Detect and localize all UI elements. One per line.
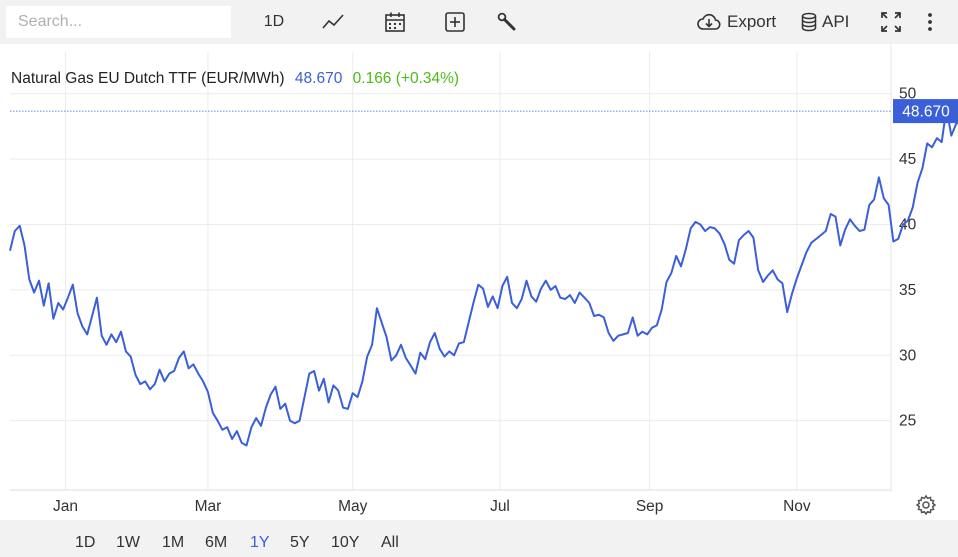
x-tick-label: Sep: [636, 498, 664, 515]
api-button[interactable]: API: [801, 7, 849, 37]
line-chart-icon: [322, 14, 344, 29]
export-label: Export: [727, 12, 777, 31]
chart-header: Natural Gas EU Dutch TTF (EUR/MWh) 48.67…: [11, 70, 459, 87]
range-button-all[interactable]: All: [381, 534, 399, 552]
y-tick-label: 35: [899, 282, 916, 299]
chart-title: Natural Gas EU Dutch TTF (EUR/MWh): [11, 70, 285, 87]
x-tick-label: May: [338, 498, 368, 515]
fullscreen-icon: [881, 12, 901, 32]
range-button-6m[interactable]: 6M: [205, 534, 227, 552]
wrench-icon: [497, 12, 516, 31]
api-label: API: [822, 12, 850, 31]
range-button-1y[interactable]: 1Y: [250, 534, 270, 552]
add-indicator-button[interactable]: [443, 7, 467, 37]
range-button-1d[interactable]: 1D: [75, 534, 95, 552]
last-price-tag-label: 48.670: [902, 104, 950, 121]
y-tick-label: 25: [899, 413, 916, 430]
database-icon: [801, 12, 817, 32]
fullscreen-button[interactable]: [879, 7, 903, 37]
range-bar: 1D 1W 1M 6M 1Y 5Y 10Y All: [0, 520, 958, 557]
y-axis-labels: 253035404550: [899, 86, 917, 430]
more-options-button[interactable]: [922, 7, 938, 37]
y-tick-label: 45: [899, 151, 916, 168]
export-button[interactable]: Export: [697, 7, 776, 37]
price-chart[interactable]: Natural Gas EU Dutch TTF (EUR/MWh) 48.67…: [0, 44, 958, 520]
calendar-icon: [385, 12, 405, 32]
x-tick-label: Jul: [490, 498, 510, 515]
x-tick-label: Mar: [195, 498, 222, 515]
x-axis-labels: Jan Mar May Jul Sep Nov: [53, 498, 811, 515]
chart-type-button[interactable]: [320, 7, 346, 37]
range-button-10y[interactable]: 10Y: [331, 534, 359, 552]
interval-button[interactable]: 1D: [262, 7, 286, 37]
settings-tools-button[interactable]: [495, 7, 519, 37]
last-price: 48.670: [295, 70, 343, 87]
range-button-5y[interactable]: 5Y: [290, 534, 310, 552]
gear-icon[interactable]: [915, 494, 937, 516]
range-button-1w[interactable]: 1W: [116, 534, 140, 552]
add-box-icon: [445, 12, 465, 32]
x-tick-label: Nov: [783, 498, 811, 515]
x-tick-label: Jan: [53, 498, 78, 515]
search-input[interactable]: [6, 6, 231, 38]
y-tick-label: 30: [899, 347, 917, 364]
interval-label: 1D: [263, 13, 285, 30]
date-range-button[interactable]: [383, 7, 407, 37]
range-button-1m[interactable]: 1M: [162, 534, 184, 552]
more-vert-icon: [928, 13, 932, 31]
cloud-download-icon: [697, 13, 721, 30]
price-change: 0.166 (+0.34%): [353, 70, 459, 87]
toolbar: 1D E: [0, 0, 958, 44]
